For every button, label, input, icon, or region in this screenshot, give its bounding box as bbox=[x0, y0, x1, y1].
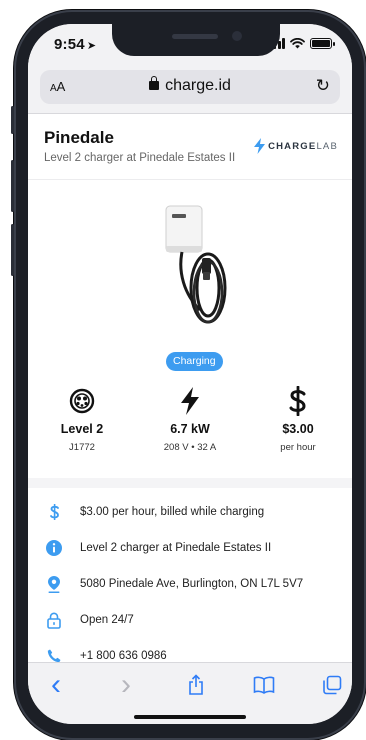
browser-toolbar: ‹ › bbox=[28, 662, 352, 724]
bookmarks-button[interactable] bbox=[250, 673, 278, 697]
stat-sub: per hour bbox=[280, 442, 316, 453]
stat-sub: J1772 bbox=[69, 442, 95, 453]
lightning-logo-icon bbox=[254, 138, 266, 154]
lock-icon bbox=[149, 76, 160, 90]
list-item: Level 2 charger at Pinedale Estates II bbox=[28, 530, 352, 566]
charger-device-image bbox=[165, 205, 227, 324]
back-button[interactable]: ‹ bbox=[42, 668, 70, 701]
detail-text: +1 800 636 0986 bbox=[80, 650, 167, 662]
connector-icon bbox=[28, 386, 136, 416]
address-bar[interactable]: AA charge.id ↻ bbox=[40, 70, 340, 104]
side-button bbox=[11, 106, 14, 134]
charger-details-list: $3.00 per hour, billed while charging Le… bbox=[28, 488, 352, 662]
info-icon bbox=[46, 540, 62, 556]
chevron-right-icon: › bbox=[121, 668, 131, 701]
tabs-button[interactable] bbox=[318, 673, 346, 697]
volume-up-button bbox=[11, 160, 14, 212]
reload-icon[interactable]: ↻ bbox=[316, 76, 330, 96]
stat-price: $3.00 per hour bbox=[244, 386, 352, 453]
volume-down-button bbox=[11, 224, 14, 276]
detail-text: Level 2 charger at Pinedale Estates II bbox=[80, 542, 272, 554]
detail-text: 5080 Pinedale Ave, Burlington, ON L7L 5V… bbox=[80, 578, 304, 590]
lightning-icon bbox=[136, 386, 244, 416]
home-indicator[interactable] bbox=[134, 715, 246, 719]
stat-connector: Level 2 J1772 bbox=[28, 386, 136, 453]
browser-address-area: AA charge.id ↻ bbox=[28, 64, 352, 114]
page-title: Pinedale bbox=[44, 128, 114, 147]
speaker bbox=[172, 34, 218, 39]
share-icon bbox=[189, 674, 203, 695]
chargelab-logo: CHARGELAB bbox=[254, 138, 338, 154]
lock-icon bbox=[46, 612, 62, 629]
brand-wordmark: CHARGELAB bbox=[268, 140, 338, 152]
dollar-icon bbox=[46, 504, 62, 520]
list-item: $3.00 per hour, billed while charging bbox=[28, 494, 352, 530]
forward-button[interactable]: › bbox=[112, 668, 140, 701]
stat-value: 6.7 kW bbox=[170, 422, 210, 436]
site-header: Pinedale Level 2 charger at Pinedale Est… bbox=[28, 114, 352, 180]
stat-sub: 208 V • 32 A bbox=[163, 442, 217, 453]
list-item[interactable]: 5080 Pinedale Ave, Burlington, ON L7L 5V… bbox=[28, 566, 352, 602]
chevron-left-icon: ‹ bbox=[51, 668, 61, 701]
stat-value: Level 2 bbox=[60, 422, 104, 436]
domain-text: charge.id bbox=[165, 77, 231, 94]
wifi-icon bbox=[290, 38, 305, 49]
battery-icon bbox=[310, 38, 335, 49]
stat-power: 6.7 kW 208 V • 32 A bbox=[136, 386, 244, 453]
notch bbox=[112, 24, 280, 56]
book-icon bbox=[253, 676, 275, 694]
location-arrow-icon: ➤ bbox=[86, 40, 97, 52]
page-subtitle: Level 2 charger at Pinedale Estates II bbox=[44, 152, 236, 164]
list-item: Open 24/7 bbox=[28, 602, 352, 638]
charger-card: Charging Level 2 J1772 6.7 kW 208 V • 32… bbox=[28, 180, 352, 478]
status-time: 9:54 ➤ bbox=[54, 36, 96, 53]
phone-screen: 9:54 ➤ AA charge.id ↻ Pinedale Level 2 c… bbox=[28, 24, 352, 724]
tabs-icon bbox=[323, 675, 342, 695]
phone-icon bbox=[46, 648, 62, 662]
stat-value: $3.00 bbox=[282, 422, 314, 436]
share-button[interactable] bbox=[182, 673, 210, 697]
dollar-icon bbox=[244, 386, 352, 416]
charger-stats: Level 2 J1772 6.7 kW 208 V • 32 A $3.00 … bbox=[28, 386, 352, 453]
camera bbox=[232, 31, 242, 41]
location-pin-icon bbox=[46, 575, 62, 593]
web-page: Pinedale Level 2 charger at Pinedale Est… bbox=[28, 114, 352, 662]
list-item[interactable]: +1 800 636 0986 bbox=[28, 638, 352, 662]
status-badge: Charging bbox=[166, 352, 223, 371]
clock-text: 9:54 bbox=[54, 36, 85, 53]
address-domain[interactable]: charge.id bbox=[40, 76, 340, 95]
detail-text: $3.00 per hour, billed while charging bbox=[80, 506, 265, 518]
detail-text: Open 24/7 bbox=[80, 614, 134, 626]
